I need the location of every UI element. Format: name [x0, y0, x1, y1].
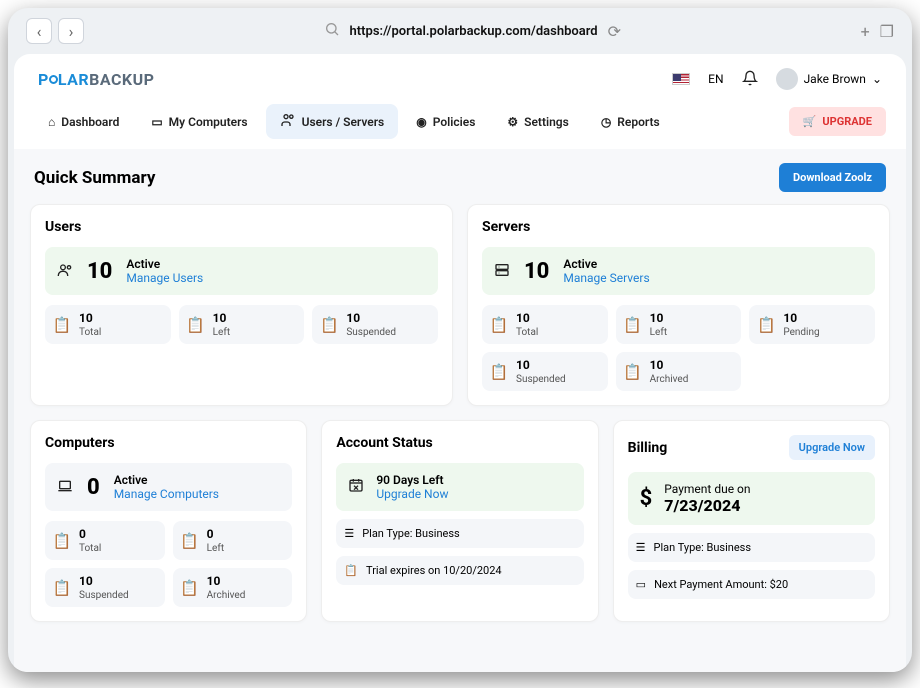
clipboard-icon: 📋 [344, 564, 358, 577]
server-hero-icon [494, 259, 510, 283]
users-total-stat: 📋10Total [45, 305, 171, 344]
tab-reports[interactable]: ◷Reports [587, 107, 674, 137]
logo-lar: LAR [58, 70, 89, 89]
servers-left-stat: 📋10Left [616, 305, 742, 344]
chevron-down-icon: ⌄ [872, 72, 882, 86]
users-icon [280, 112, 296, 131]
clipboard-icon: 📋 [181, 579, 199, 597]
clipboard-icon: 📋 [181, 532, 199, 550]
calendar-icon [348, 477, 364, 497]
billing-plan-line: ☰Plan Type: Business [628, 533, 875, 562]
clipboard-icon: 📋 [187, 316, 205, 334]
servers-card: Servers 10 Active Manage Servers 📋10Tota… [467, 204, 890, 406]
billing-card: Billing Upgrade Now $ Payment due on 7/2… [613, 420, 890, 622]
flag-icon [672, 73, 690, 85]
computers-suspended-stat: 📋10Suspended [45, 568, 165, 607]
account-status-card: Account Status 90 Days Left Upgrade Now … [321, 420, 598, 622]
computers-archived-stat: 📋10Archived [173, 568, 293, 607]
shield-icon: ◉ [416, 115, 426, 129]
users-title: Users [45, 219, 438, 235]
account-title: Account Status [336, 435, 583, 451]
users-hero-icon [57, 259, 73, 283]
logo-p: P [38, 70, 49, 89]
clipboard-icon: 📋 [53, 579, 71, 597]
tab-my-computers[interactable]: ▭My Computers [137, 107, 261, 137]
users-active-label: Active [126, 257, 203, 271]
days-left: 90 Days Left [376, 473, 448, 487]
search-icon [324, 21, 340, 41]
billing-next-line: ▭Next Payment Amount: $20 [628, 570, 875, 599]
upgrade-button[interactable]: 🛒UPGRADE [789, 107, 886, 136]
users-left-stat: 📋10Left [179, 305, 305, 344]
window-copy-icon[interactable]: ❐ [880, 22, 894, 41]
home-icon: ⌂ [48, 115, 55, 129]
account-upgrade-link[interactable]: Upgrade Now [376, 487, 448, 501]
computers-active-label: Active [114, 473, 219, 487]
dollar-icon: $ [640, 486, 653, 511]
computers-title: Computers [45, 435, 292, 451]
download-zoolz-button[interactable]: Download Zoolz [779, 163, 886, 192]
page-title: Quick Summary [34, 168, 155, 188]
computers-left-stat: 📋0Left [173, 521, 293, 560]
reload-icon[interactable]: ⟳ [608, 22, 621, 41]
manage-users-link[interactable]: Manage Users [126, 271, 203, 285]
computers-count: 0 [87, 475, 100, 500]
clipboard-icon: 📋 [53, 316, 71, 334]
manage-servers-link[interactable]: Manage Servers [563, 271, 649, 285]
servers-active-label: Active [563, 257, 649, 271]
user-menu[interactable]: Jake Brown ⌄ [776, 68, 882, 90]
forward-button[interactable]: › [58, 18, 84, 44]
bell-icon[interactable] [742, 70, 758, 89]
billing-upgrade-button[interactable]: Upgrade Now [789, 435, 875, 460]
clipboard-icon: 📋 [757, 316, 775, 334]
account-plan-line: ☰Plan Type: Business [336, 519, 583, 548]
servers-total-stat: 📋10Total [482, 305, 608, 344]
computers-card: Computers 0 Active Manage Computers 📋0To… [30, 420, 307, 622]
list-icon: ☰ [636, 541, 646, 554]
logo-backup: BACKUP [89, 70, 154, 89]
clipboard-icon: 📋 [53, 532, 71, 550]
clipboard-icon: 📋 [624, 316, 642, 334]
payment-due-date: 7/23/2024 [664, 496, 750, 515]
cart-icon: 🛒 [803, 115, 817, 128]
servers-title: Servers [482, 219, 875, 235]
billing-title: Billing [628, 440, 668, 456]
users-suspended-stat: 📋10Suspended [312, 305, 438, 344]
users-count: 10 [87, 259, 112, 284]
servers-pending-stat: 📋10Pending [749, 305, 875, 344]
browser-chrome: ‹ › https://portal.polarbackup.com/dashb… [8, 8, 912, 54]
payment-due-label: Payment due on [664, 482, 750, 496]
logo[interactable]: P LARBACKUP [38, 70, 154, 89]
url-text[interactable]: https://portal.polarbackup.com/dashboard [350, 24, 598, 39]
computers-total-stat: 📋0Total [45, 521, 165, 560]
servers-count: 10 [524, 259, 549, 284]
servers-suspended-stat: 📋10Suspended [482, 352, 608, 391]
tab-policies[interactable]: ◉Policies [402, 107, 489, 137]
laptop-icon: ▭ [151, 115, 162, 129]
manage-computers-link[interactable]: Manage Computers [114, 487, 219, 501]
list-icon: ☰ [344, 527, 354, 540]
gear-icon: ⚙ [507, 115, 518, 129]
clock-icon: ◷ [601, 115, 611, 129]
tab-settings[interactable]: ⚙Settings [493, 107, 582, 137]
avatar-icon [776, 68, 798, 90]
lang-label[interactable]: EN [708, 72, 723, 86]
new-tab-icon[interactable]: + [861, 22, 870, 41]
account-trial-line: 📋Trial expires on 10/20/2024 [336, 556, 583, 585]
servers-archived-stat: 📋10Archived [616, 352, 742, 391]
tab-dashboard[interactable]: ⌂Dashboard [34, 107, 133, 137]
clipboard-icon: 📋 [490, 316, 508, 334]
tab-users-servers[interactable]: Users / Servers [266, 104, 399, 139]
back-button[interactable]: ‹ [26, 18, 52, 44]
clipboard-icon: 📋 [624, 363, 642, 381]
laptop-hero-icon [57, 475, 73, 499]
user-name: Jake Brown [804, 72, 866, 86]
clipboard-icon: 📋 [320, 316, 338, 334]
users-card: Users 10 Active Manage Users 📋10Total 📋1… [30, 204, 453, 406]
logo-o-icon [49, 75, 58, 84]
clipboard-icon: 📋 [490, 363, 508, 381]
cash-icon: ▭ [636, 578, 646, 591]
